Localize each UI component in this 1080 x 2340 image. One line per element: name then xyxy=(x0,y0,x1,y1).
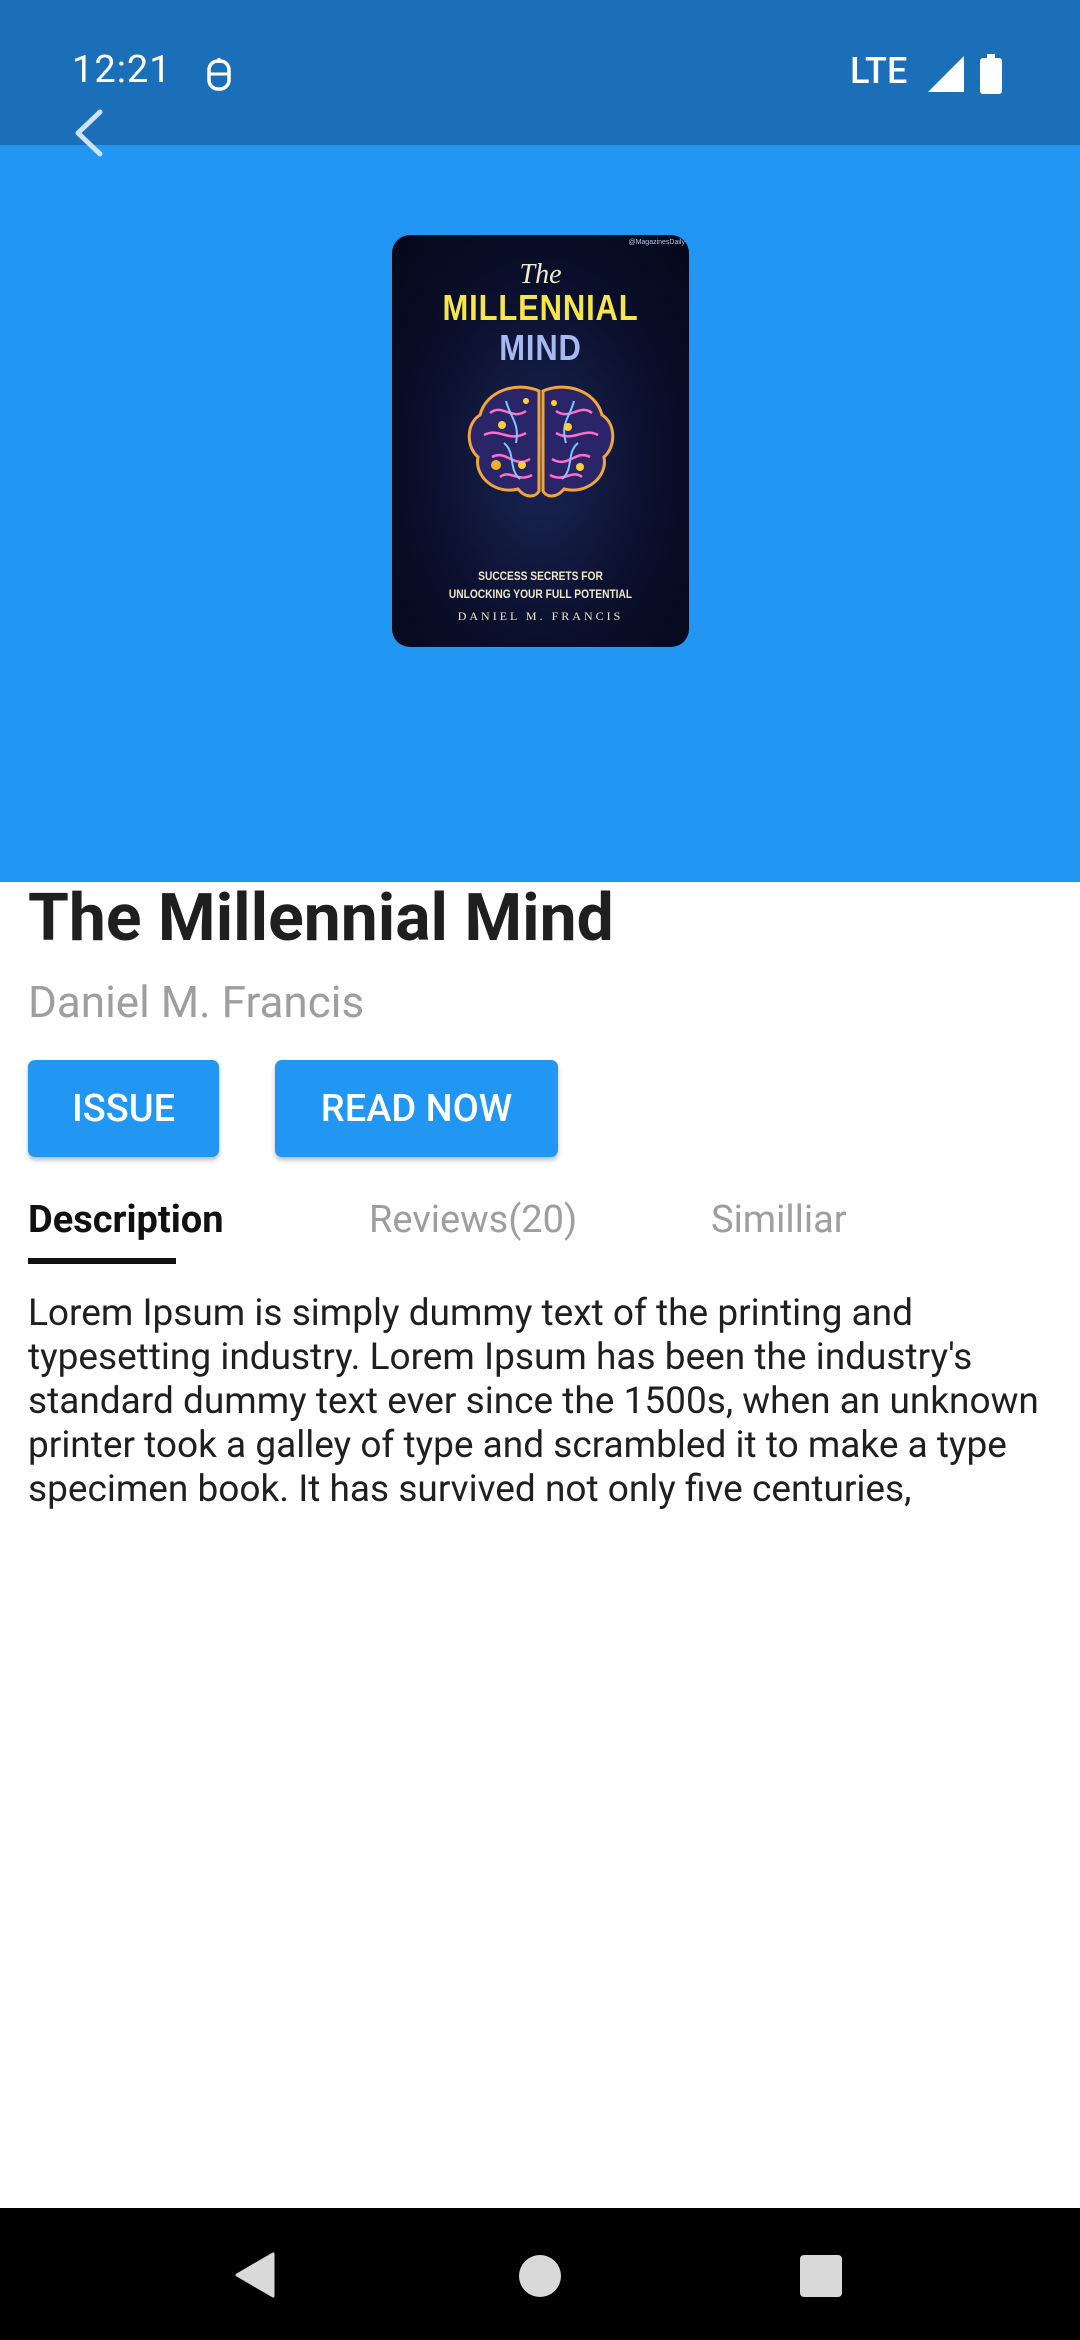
read-now-button[interactable]: READ NOW xyxy=(275,1060,558,1157)
book-detail-screen: 12:21 LTE @MagazinesDaily The MILLENNIAL… xyxy=(0,0,1080,2340)
nav-home-icon[interactable] xyxy=(519,2255,561,2297)
signal-icon xyxy=(928,56,964,92)
book-title: The Millennial Mind xyxy=(28,880,614,957)
status-time: 12:21 xyxy=(72,48,172,92)
tab-description[interactable]: Description xyxy=(28,1198,224,1242)
notification-icon xyxy=(207,58,231,91)
network-type: LTE xyxy=(850,50,908,92)
nav-back-icon[interactable] xyxy=(235,2252,275,2298)
header-banner: @MagazinesDaily The MILLENNIAL MIND SUCC… xyxy=(0,145,1080,882)
description-text: Lorem Ipsum is simply dummy text of the … xyxy=(28,1292,1039,1511)
cover-subtitle-line2: UNLOCKING YOUR FULL POTENTIAL xyxy=(448,587,633,601)
book-author: Daniel M. Francis xyxy=(28,976,365,1028)
cover-title-line2: MIND xyxy=(499,327,582,368)
navigation-bar xyxy=(0,2208,1080,2340)
cover-watermark: @MagazinesDaily xyxy=(628,239,685,246)
battery-icon xyxy=(980,54,1002,94)
cover-author: DANIEL M. FRANCIS xyxy=(457,609,624,623)
back-arrow-icon[interactable] xyxy=(60,100,120,166)
cover-title-line1: MILLENNIAL xyxy=(442,287,639,328)
tab-reviews[interactable]: Reviews(20) xyxy=(369,1198,577,1242)
status-bar: 12:21 LTE xyxy=(0,0,1080,145)
book-cover: @MagazinesDaily The MILLENNIAL MIND SUCC… xyxy=(392,235,689,647)
cover-subtitle-line1: SUCCESS SECRETS FOR xyxy=(478,569,603,583)
tab-similiar[interactable]: Similliar xyxy=(711,1198,847,1242)
issue-button[interactable]: ISSUE xyxy=(28,1060,219,1157)
tab-indicator xyxy=(28,1258,176,1264)
brain-illustration-icon xyxy=(457,375,625,511)
nav-recents-icon[interactable] xyxy=(800,2255,842,2297)
